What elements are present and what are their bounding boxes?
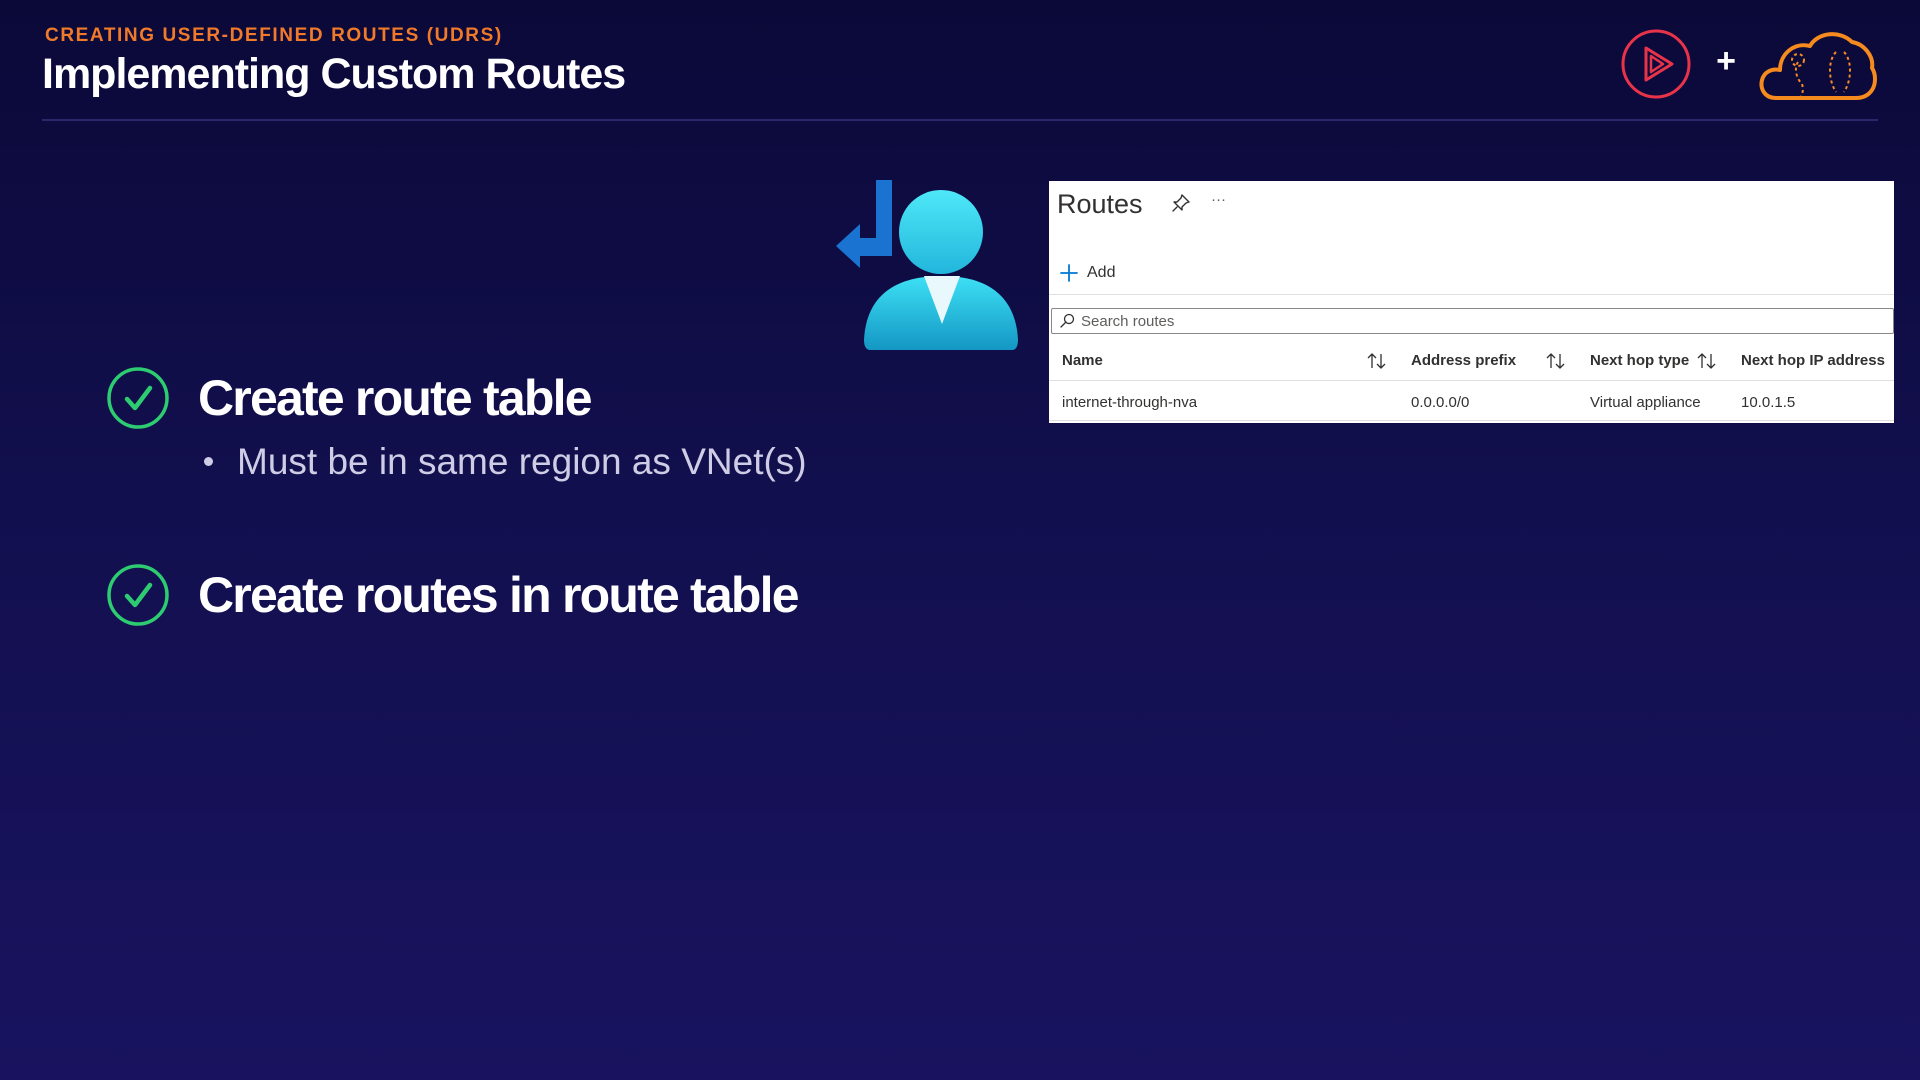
search-routes-box[interactable] — [1051, 308, 1894, 334]
slide-title: Implementing Custom Routes — [42, 50, 626, 98]
pin-icon[interactable] — [1171, 193, 1191, 213]
search-icon — [1060, 313, 1075, 328]
add-route-button[interactable]: Add — [1059, 261, 1115, 285]
plus-icon — [1060, 264, 1078, 282]
bullet-create-routes: Create routes in route table — [106, 562, 800, 628]
cell-address-prefix: 0.0.0.0/0 — [1411, 394, 1470, 411]
row-divider-line — [1049, 420, 1894, 421]
bullet-label: Create routes in route table — [198, 567, 800, 623]
cell-name[interactable]: internet-through-nva — [1062, 383, 1197, 423]
sort-arrows-icon[interactable] — [1367, 352, 1387, 370]
plus-separator: + — [1716, 42, 1736, 80]
panel-title: Routes — [1057, 189, 1143, 219]
slide-eyebrow: CREATING USER-DEFINED ROUTES (UDRS) — [45, 25, 503, 46]
cloud-guru-icon — [1759, 32, 1877, 100]
more-options-icon[interactable]: ··· — [1211, 189, 1231, 211]
column-header-address-prefix[interactable]: Address prefix — [1411, 341, 1516, 381]
header-divider-line — [1049, 380, 1894, 381]
bullet-create-route-table: Create route table — [106, 365, 593, 431]
column-header-next-hop-ip[interactable]: Next hop IP address — [1741, 341, 1885, 381]
play-logo-icon — [1621, 29, 1691, 99]
add-label: Add — [1087, 264, 1116, 281]
sub-bullet-text: Must be in same region as VNet(s) — [237, 441, 807, 482]
user-route-icon — [836, 180, 1018, 350]
bullet-label: Create route table — [198, 370, 593, 426]
column-header-next-hop-type[interactable]: Next hop type — [1590, 341, 1689, 381]
cell-next-hop-ip: 10.0.1.5 — [1741, 394, 1796, 411]
table-header: Name Address prefix Next hop type Next h… — [1049, 341, 1894, 381]
toolbar-divider — [1049, 294, 1894, 295]
search-input[interactable] — [1081, 312, 1861, 330]
sort-arrows-icon[interactable] — [1546, 352, 1566, 370]
sort-arrows-icon[interactable] — [1697, 352, 1717, 370]
check-circle-icon — [107, 367, 169, 429]
sub-bullet: Must be in same region as VNet(s) — [204, 438, 807, 486]
table-row[interactable]: internet-through-nva 0.0.0.0/0 Virtual a… — [1049, 383, 1894, 423]
column-header-name[interactable]: Name — [1062, 341, 1103, 381]
check-circle-icon — [107, 564, 169, 626]
bullet-dot-icon — [204, 456, 213, 466]
header-divider — [42, 119, 1878, 121]
cell-next-hop-type: Virtual appliance — [1590, 394, 1701, 411]
routes-panel: Routes ··· Add Name Address prefix Next … — [1049, 181, 1894, 423]
